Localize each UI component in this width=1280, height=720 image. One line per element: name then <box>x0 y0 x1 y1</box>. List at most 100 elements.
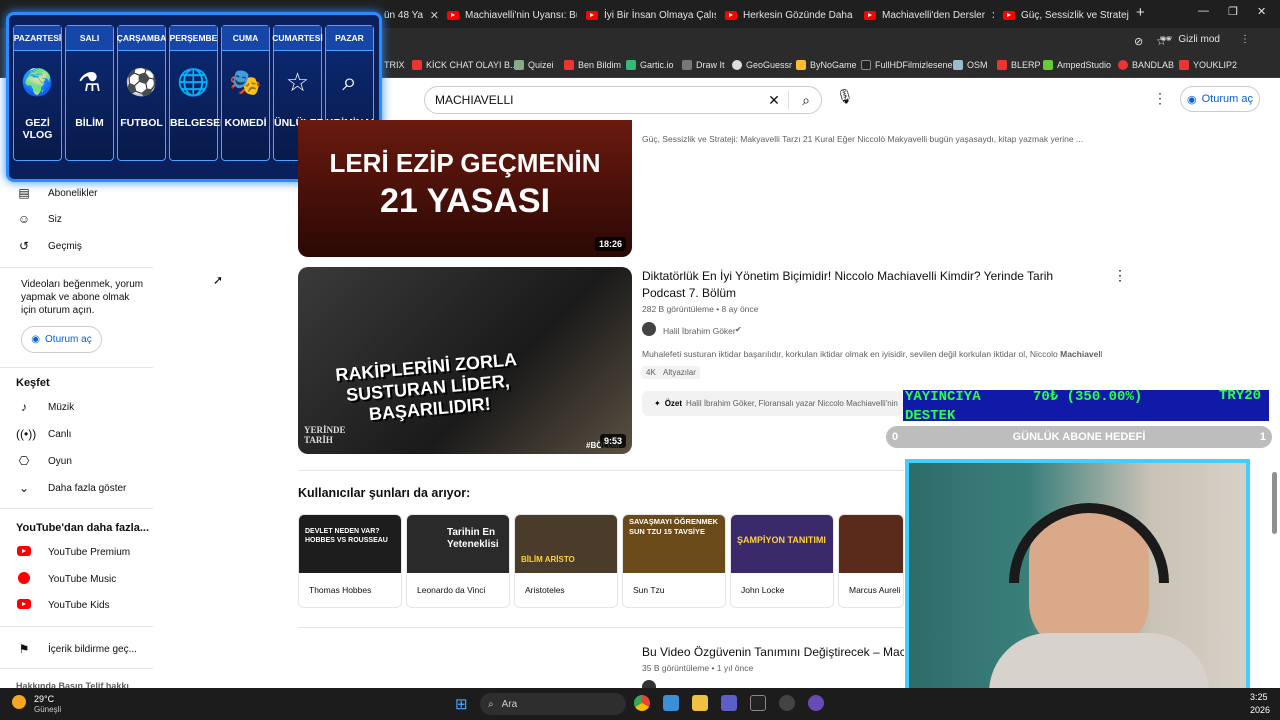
page-scrollbar[interactable] <box>1272 472 1277 534</box>
clear-search-icon[interactable]: ✕ <box>762 92 786 109</box>
signin-button[interactable]: ◉ Oturum aç <box>1180 86 1260 112</box>
bookmark[interactable]: FullHDFilmizlesene <box>861 60 953 70</box>
taskbar-search[interactable]: ⌕ Ara <box>480 693 626 715</box>
bookmark[interactable]: ByNoGame <box>796 60 857 70</box>
bookmark-label: TRIX <box>384 60 405 70</box>
chrome-icon[interactable] <box>634 695 650 711</box>
bookmark-label: Draw It <box>696 60 725 70</box>
bookmark-icon <box>796 60 806 70</box>
bookmark[interactable]: TRIX <box>384 60 405 70</box>
bookmark[interactable]: Quizei <box>514 60 554 70</box>
sidebar-signin-button[interactable]: ◉ Oturum aç <box>21 326 102 353</box>
minimize-icon[interactable]: — <box>1198 5 1209 17</box>
windows-start-icon[interactable]: ⊞ <box>455 695 468 713</box>
browser-tab[interactable]: Herkesin Gözünde Daha✕ <box>725 4 855 26</box>
video-menu-icon[interactable]: ⋮ <box>1113 267 1127 284</box>
obs-icon[interactable] <box>779 695 795 711</box>
video-thumbnail[interactable]: LERİ EZİP GEÇMENİN 21 YASASI 18:26 <box>298 120 632 257</box>
tab-label: Machiavelli'nin Uyansı: Bu <box>465 9 577 21</box>
bookmark[interactable]: GeoGuessr <box>732 60 792 70</box>
video-duration: 9:53 <box>599 434 626 448</box>
sidebar-item-youtube-music[interactable]: YouTube Music <box>16 572 116 587</box>
divider <box>0 508 153 509</box>
menu-icon[interactable]: ⋮ <box>1240 34 1250 45</box>
channel-avatar[interactable] <box>642 322 656 336</box>
history-icon: ↺ <box>18 239 30 253</box>
close-tab-icon[interactable]: ✕ <box>430 9 439 22</box>
close-window-icon[interactable]: ✕ <box>1257 5 1266 18</box>
youtube-icon <box>864 10 876 20</box>
browser-tab[interactable]: ün 48 Ya ✕ <box>384 4 439 26</box>
sidebar-item-report[interactable]: ⚑ İçerik bildirme geç... <box>16 642 137 656</box>
divider <box>0 367 153 368</box>
eye-off-icon[interactable]: ⊘ <box>1134 35 1143 48</box>
divider <box>0 267 153 268</box>
bookmark[interactable]: KİCK CHAT OLAYI B... <box>412 60 518 70</box>
search-suggestion-card[interactable]: DEVLET NEDEN VAR? HOBBES VS ROUSSEAU Thom… <box>298 514 402 608</box>
schedule-day: CUMA 🎭 KOMEDİ <box>221 25 270 161</box>
search-icon: ⌕ <box>488 698 494 710</box>
app-icon[interactable] <box>663 695 679 711</box>
search-icon[interactable]: ⌕ <box>791 92 821 109</box>
sidebar-item-you[interactable]: ☺ Siz <box>16 212 62 226</box>
sidebar-item-youtube-kids[interactable]: YouTube Kids <box>16 598 110 612</box>
clock-time[interactable]: 3:25 <box>1250 692 1268 702</box>
bookmark[interactable]: BANDLAB <box>1118 60 1174 70</box>
new-tab-button[interactable]: + <box>1136 4 1145 21</box>
sidebar-item-label: YouTube Kids <box>48 599 110 611</box>
bookmark-label: ByNoGame <box>810 60 857 70</box>
sidebar-item-live[interactable]: ((•)) Canlı <box>16 427 71 441</box>
weather-temp[interactable]: 29°C <box>34 694 54 704</box>
bookmark[interactable]: AmpedStudio <box>1043 60 1111 70</box>
restore-icon[interactable]: ❐ <box>1228 5 1238 18</box>
bookmark[interactable]: OSM <box>953 60 988 70</box>
sidebar-item-label: İçerik bildirme geç... <box>48 643 137 655</box>
bookmark[interactable]: Draw It <box>682 60 725 70</box>
settings-menu-icon[interactable]: ⋮ <box>1153 90 1167 107</box>
divider <box>0 626 153 627</box>
bookmark[interactable]: Ben Bildim <box>564 60 621 70</box>
channel-name[interactable]: Halil İbrahim Göker <box>663 326 736 336</box>
bookmark[interactable]: BLERP <box>997 60 1041 70</box>
search-suggestion-card[interactable]: BİLİM ARİSTO Aristoteles <box>514 514 618 608</box>
video-thumbnail[interactable]: RAKİPLERİNİ ZORLA SUSTURAN LİDER, BAŞARI… <box>298 267 632 454</box>
video-meta: 35 B görüntüleme • 1 yıl önce <box>642 663 754 673</box>
summary-text: Halil İbrahim Göker, Floransalı yazar Ni… <box>686 399 898 408</box>
search-suggestion-card[interactable]: SAVAŞMAYI ÖĞRENMEK SUN TZU 15 TAVSİYE Sun… <box>622 514 726 608</box>
incognito-badge[interactable]: 🕶 Gizli mod ⋮ <box>1160 34 1250 45</box>
signin-prompt: Videoları beğenmek, yorum yapmak ve abon… <box>21 279 144 316</box>
epic-games-icon[interactable] <box>750 695 766 711</box>
teams-icon[interactable] <box>721 695 737 711</box>
video-title[interactable]: Diktatörlük En İyi Yönetim Biçimidir! Ni… <box>642 268 1072 302</box>
browser-tab[interactable]: Machiavelli'nin Uyansı: Bu✕ <box>447 4 577 26</box>
search-input[interactable]: MACHIAVELLI ✕ ⌕ <box>424 86 822 114</box>
sidebar-item-music[interactable]: ♪ Müzik <box>16 400 74 414</box>
bookmark[interactable]: YOUKLIP2 <box>1179 60 1237 70</box>
weather-desc: Güneşli <box>34 705 62 714</box>
sidebar-item-show-more[interactable]: ⌄ Daha fazla göster <box>16 481 126 495</box>
video-title[interactable]: Bu Video Özgüvenin Tanımını Değiştirecek… <box>642 644 904 661</box>
microphone-icon[interactable]: 🎙 <box>836 88 854 105</box>
browser-tab[interactable]: İyi Bir İnsan Olmaya Çalış✕ <box>586 4 716 26</box>
ai-summary[interactable]: ✦ Özet Halil İbrahim Göker, Floransalı y… <box>642 391 904 416</box>
youtube-music-icon <box>16 572 32 587</box>
search-suggestion-card[interactable]: ŞAMPİYON TANITIMI John Locke <box>730 514 834 608</box>
app-icon[interactable] <box>808 695 824 711</box>
search-suggestion-card[interactable]: Tarihin En Yeteneklisi Leonardo da Vinci <box>406 514 510 608</box>
browser-tab[interactable]: Güç, Sessizlik ve Strateji:✕ <box>1003 4 1129 26</box>
sidebar-item-subscriptions[interactable]: ▤ Abonelikler <box>16 186 97 200</box>
close-tab-icon[interactable]: ✕ <box>991 9 994 22</box>
search-suggestion-card[interactable]: Marcus Aureli <box>838 514 904 608</box>
goal-label: GÜNLÜK ABONE HEDEFİ <box>1012 431 1146 443</box>
bookmark-label: BLERP <box>1011 60 1041 70</box>
video-description: Muhalefeti susturan iktidar başarılıdır,… <box>642 349 1102 359</box>
sidebar-item-history[interactable]: ↺ Geçmiş <box>16 239 82 253</box>
sidebar-item-gaming[interactable]: ⎔ Oyun <box>16 454 72 468</box>
card-thumbnail: SAVAŞMAYI ÖĞRENMEK SUN TZU 15 TAVSİYE <box>623 515 725 573</box>
bookmark[interactable]: Gartic.io <box>626 60 674 70</box>
file-explorer-icon[interactable] <box>692 695 708 711</box>
bookmark-label: Gartic.io <box>640 60 674 70</box>
video-meta: 282 B görüntüleme • 8 ay önce <box>642 304 759 314</box>
sidebar-item-youtube-premium[interactable]: YouTube Premium <box>16 545 130 559</box>
browser-tab[interactable]: Machiavelli'den Dersler ✕ <box>864 4 994 26</box>
